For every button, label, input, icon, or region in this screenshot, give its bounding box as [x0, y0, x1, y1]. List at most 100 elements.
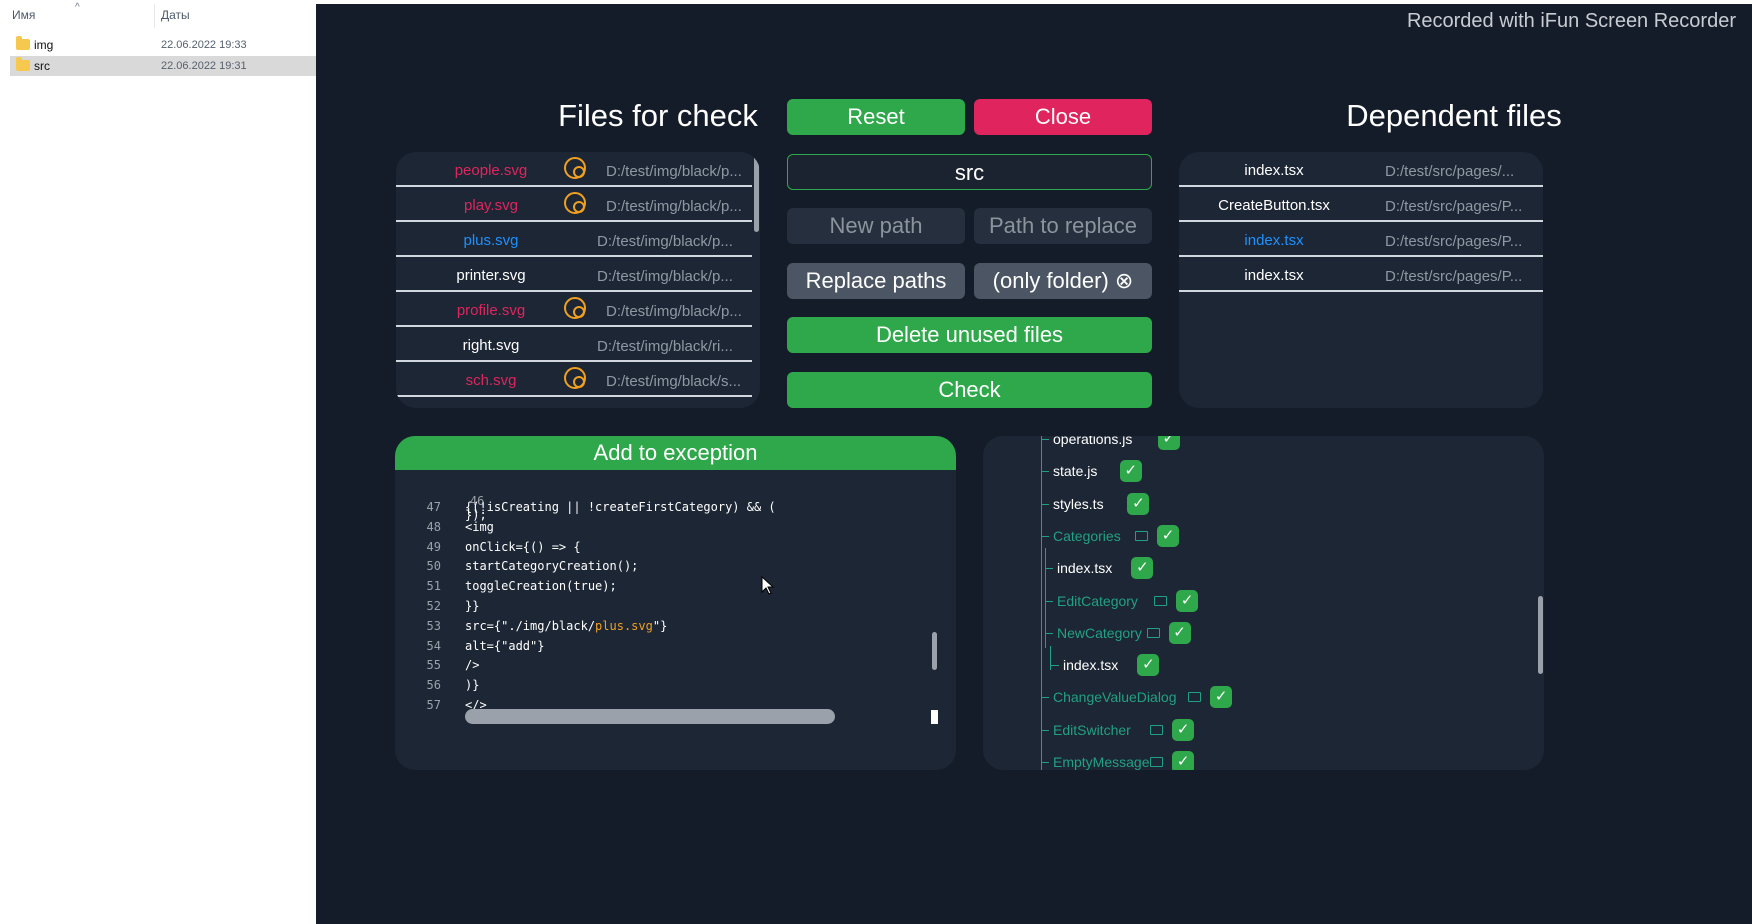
tree-label: index.tsx [1063, 657, 1119, 674]
tree-connector [1041, 535, 1049, 537]
tree-folder-row[interactable]: NewCategory ✓ [983, 620, 1523, 646]
column-header-name[interactable]: Имя [12, 8, 35, 22]
explorer-row-date: 22.06.2022 19:33 [161, 39, 247, 51]
line-text: }} [465, 599, 480, 613]
line-number: 54 [426, 638, 441, 653]
close-button[interactable]: Close [974, 99, 1152, 135]
line-number: 50 [426, 559, 441, 574]
checked-icon[interactable]: ✓ [1172, 718, 1195, 741]
folder-icon [1135, 530, 1148, 541]
files-list-scrollbar[interactable] [754, 152, 759, 232]
file-name: people.svg [454, 162, 528, 179]
file-row[interactable]: plus.svg D:/test/img/black/p... [396, 222, 752, 257]
only-folder-toggle[interactable]: (only folder) ⊗ [974, 263, 1152, 299]
code-line: 50 startCategoryCreation(); [395, 559, 915, 579]
checked-icon[interactable]: ✓ [1127, 492, 1150, 515]
tree-folder-row[interactable]: EditSwitcher ✓ [983, 717, 1523, 743]
tree-connector [1041, 471, 1049, 473]
file-path: D:/test/img/black/s... [606, 373, 742, 390]
checked-icon[interactable]: ✓ [1157, 524, 1179, 547]
file-path: D:/test/img/black/p... [606, 198, 742, 215]
delete-unused-files-button[interactable]: Delete unused files [787, 317, 1152, 353]
dependent-file-row[interactable]: index.tsx D:/test/src/pages/P... [1179, 222, 1543, 257]
line-number: 47 [426, 500, 441, 514]
tree-scrollbar[interactable] [1538, 596, 1543, 674]
tree-connector [1045, 568, 1053, 570]
line-number: 49 [426, 539, 441, 554]
tree-folder-row[interactable]: Categories ✓ [983, 523, 1523, 549]
tree-folder-row[interactable]: EmptyMessage ✓ [983, 749, 1523, 770]
file-row[interactable]: printer.svg D:/test/img/black/p... [396, 257, 752, 292]
checked-icon[interactable]: ✓ [1157, 436, 1180, 450]
file-row[interactable]: sch.svg D:/test/img/black/s... [396, 362, 752, 397]
mouse-cursor-icon [761, 576, 775, 595]
tree-label: EditSwitcher [1053, 721, 1131, 738]
tree-label: styles.ts [1053, 495, 1104, 512]
replace-icon[interactable] [564, 157, 586, 179]
file-path: D:/test/img/black/p... [606, 303, 742, 320]
line-text: onClick={() => { [465, 539, 581, 554]
folder-icon [1154, 595, 1168, 606]
line-text: <img [465, 519, 494, 534]
tree-file-row[interactable]: index.tsx ✓ [983, 555, 1523, 581]
replace-icon[interactable] [564, 297, 586, 319]
code-line: 54 alt={"add"} [395, 639, 915, 659]
tree-connector [1045, 632, 1053, 634]
checked-icon[interactable]: ✓ [1119, 460, 1142, 483]
checked-icon[interactable]: ✓ [1210, 686, 1233, 709]
file-name: right.svg [462, 337, 520, 354]
dependent-file-row[interactable]: index.tsx D:/test/src/pages/... [1179, 152, 1543, 187]
file-path: D:/test/src/pages/P... [1385, 268, 1523, 285]
folder-icon [1150, 724, 1164, 735]
file-row[interactable]: people.svg D:/test/img/black/p... [396, 152, 752, 187]
folder-input[interactable]: src [787, 154, 1152, 190]
code-vertical-scrollbar[interactable] [932, 632, 937, 670]
add-to-exception-button[interactable]: Add to exception [395, 436, 956, 470]
file-name: sch.svg [465, 372, 517, 389]
tree-folder-row[interactable]: EditCategory ✓ [983, 588, 1523, 614]
file-name: index.tsx [1244, 267, 1304, 284]
line-text: src={"./img/black/plus.svg"} [465, 618, 668, 633]
file-row[interactable]: right.svg D:/test/img/black/ri... [396, 327, 752, 362]
tree-file-row[interactable]: styles.ts ✓ [983, 491, 1523, 517]
checked-icon[interactable]: ✓ [1172, 751, 1195, 770]
replace-icon[interactable] [564, 367, 586, 389]
line-text: {(!isCreating || !createFirstCategory) &… [465, 500, 776, 514]
replace-icon[interactable] [564, 192, 586, 214]
checked-icon[interactable]: ✓ [1168, 621, 1191, 644]
checked-icon[interactable]: ✓ [1131, 557, 1154, 580]
file-path: D:/test/img/black/p... [606, 163, 742, 180]
line-number: 51 [426, 579, 441, 594]
check-button[interactable]: Check [787, 372, 1152, 408]
folder-icon [1150, 757, 1164, 767]
replace-paths-button[interactable]: Replace paths [787, 263, 965, 299]
reset-button[interactable]: Reset [787, 99, 965, 135]
tree-connector [1045, 600, 1053, 602]
file-name: plus.svg [463, 232, 519, 249]
code-horizontal-scrollbar[interactable] [465, 709, 835, 724]
dependent-files-panel: index.tsx D:/test/src/pages/... CreateButt… [1179, 152, 1543, 408]
column-header-date[interactable]: Даты [161, 8, 190, 22]
checked-icon[interactable]: ✓ [1176, 589, 1199, 612]
dependent-file-row[interactable]: CreateButton.tsx D:/test/src/pages/P... [1179, 187, 1543, 222]
tree-file-row[interactable]: index.tsx ✓ [983, 652, 1523, 678]
explorer-row-name: src [34, 59, 50, 73]
tree-connector [1041, 762, 1049, 763]
code-line: 52}} [395, 599, 915, 619]
path-to-replace-input[interactable]: Path to replace [974, 208, 1152, 244]
file-row[interactable]: profile.svg D:/test/img/black/p... [396, 292, 752, 327]
checked-icon[interactable]: ✓ [1137, 654, 1160, 677]
new-path-input[interactable]: New path [787, 208, 965, 244]
file-name: index.tsx [1244, 162, 1304, 179]
dependent-file-row[interactable]: index.tsx D:/test/src/pages/P... [1179, 257, 1543, 292]
line-text: toggleCreation(true); [465, 579, 617, 594]
column-divider[interactable] [154, 4, 155, 28]
explorer-row-src[interactable]: src 22.06.2022 19:31 [10, 56, 316, 76]
file-row[interactable]: play.svg D:/test/img/black/p... [396, 187, 752, 222]
explorer-row-img[interactable]: img 22.06.2022 19:33 [10, 35, 316, 55]
tree-file-row[interactable]: operations.js ✓ [983, 436, 1523, 452]
tree-connector [1041, 729, 1049, 731]
tree-folder-row[interactable]: ChangeValueDialog ✓ [983, 684, 1523, 710]
tree-file-row[interactable]: state.js ✓ [983, 458, 1523, 484]
scroll-corner [931, 710, 938, 724]
